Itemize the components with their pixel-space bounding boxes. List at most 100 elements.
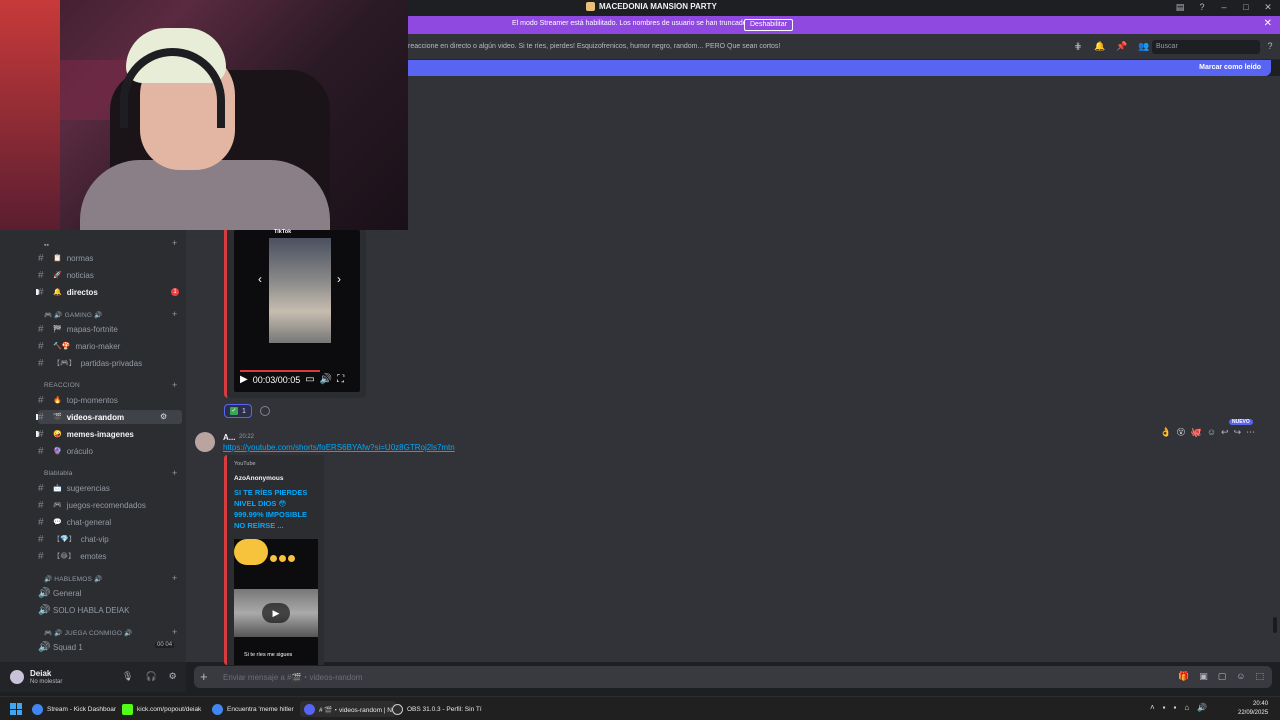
message-actions: 👌 😵 🐙 ☺ ↩ ↪ ⋯ — [1160, 424, 1255, 440]
add-reaction-icon[interactable]: ☺ — [1207, 427, 1216, 437]
category-reaccion[interactable]: REACCION — [44, 382, 80, 389]
sidebar-item-partidas-privadas[interactable]: # 【🎮】 partidas-privadas — [38, 356, 142, 370]
category-gaming[interactable]: 🎮 🔊 GAMING 🔊 — [44, 311, 102, 319]
pin-icon[interactable]: 📌 — [1116, 40, 1128, 52]
volume-icon[interactable]: 🔊 — [320, 374, 332, 385]
microphone-icon[interactable]: 🎙 — [122, 671, 133, 682]
help-icon[interactable]: ? — [1196, 1, 1208, 13]
voice-channel-solo-habla-deiak[interactable]: 🔊 SOLO HABLA DEIAK — [38, 603, 129, 617]
message-author[interactable]: A... — [223, 433, 235, 442]
sidebar-item-mapas-fortnite[interactable]: # 🏁 mapas-fortnite — [38, 322, 118, 336]
maximize-button[interactable]: □ — [1240, 1, 1252, 13]
add-channel-icon[interactable]: + — [172, 380, 177, 390]
voice-user-count: 00 04 — [155, 642, 175, 648]
channel-settings-icon[interactable]: ⚙ — [160, 412, 167, 421]
username[interactable]: Deiak — [30, 669, 51, 678]
add-channel-icon[interactable]: + — [172, 309, 177, 319]
taskbar-item-kick-popout[interactable]: kick.com/popout/deiak — [122, 701, 201, 717]
gift-icon[interactable]: 🎁 — [1178, 671, 1189, 682]
taskbar-item-obs[interactable]: OBS 31.0.3 - Perfil: Sin Tí — [392, 701, 482, 717]
category-blablabla[interactable]: Blablabla — [44, 470, 73, 477]
play-icon[interactable]: ▶ — [240, 374, 248, 385]
tiktok-video[interactable] — [269, 238, 331, 343]
system-clock[interactable]: 20:40 22/09/2025 — [1238, 700, 1268, 718]
sidebar-item-juegos-recomendados[interactable]: # 🎮 juegos-recomendados — [38, 498, 146, 512]
sticker-icon[interactable]: ▢ — [1218, 671, 1227, 682]
attach-plus-icon[interactable]: + — [200, 669, 208, 684]
chevron-right-icon[interactable]: › — [337, 272, 341, 286]
apps-icon[interactable]: ⬚ — [1255, 671, 1264, 682]
sidebar-item-oraculo[interactable]: # 🔮 oráculo — [38, 444, 93, 458]
sidebar-item-chat-vip[interactable]: # 【💎】 chat-vip — [38, 532, 109, 546]
forward-icon[interactable]: ↪ — [1234, 427, 1242, 438]
message-composer[interactable]: + Enviar mensaje a #🎬・videos-random 🎁 ▣ … — [194, 666, 1272, 688]
reaction-emoji-icon[interactable]: 😵 — [1176, 427, 1185, 438]
add-channel-icon[interactable]: + — [172, 573, 177, 583]
reply-icon[interactable]: ↩ — [1221, 427, 1229, 438]
reaction-check[interactable]: ✓ 1 — [224, 404, 252, 418]
sidebar-item-noticias[interactable]: # 🚀 noticias — [38, 268, 94, 282]
tray-app-icon[interactable]: ▪ — [1174, 703, 1177, 712]
notification-bell-icon[interactable]: 🔔 — [1094, 40, 1106, 52]
message-input[interactable]: Enviar mensaje a #🎬・videos-random — [223, 672, 362, 683]
reaction-emoji-icon[interactable]: 🐙 — [1191, 427, 1202, 438]
settings-gear-icon[interactable]: ⚙ — [169, 671, 177, 682]
search-input[interactable]: Buscar — [1152, 40, 1260, 54]
threads-icon[interactable]: ⋕ — [1072, 40, 1084, 52]
network-icon[interactable]: ⌂ — [1184, 703, 1189, 712]
sidebar-top-item[interactable]: ▪▪ — [44, 238, 49, 252]
play-button[interactable]: ▶ — [262, 603, 290, 623]
sidebar-item-emotes[interactable]: # 【😂】 emotes — [38, 549, 106, 563]
taskbar-item-browser[interactable]: Encuentra 'meme hitler — [212, 701, 294, 717]
sidebar-item-mario-maker[interactable]: # 🔨🍄 mario-maker — [38, 339, 120, 353]
message-author-avatar[interactable] — [195, 432, 215, 452]
windows-start-icon[interactable] — [10, 703, 22, 715]
chevron-up-icon[interactable]: ˄ — [1150, 703, 1155, 712]
close-banner-icon[interactable]: ✕ — [1264, 18, 1272, 29]
gif-icon[interactable]: ▣ — [1199, 671, 1208, 682]
minimize-button[interactable]: – — [1218, 1, 1230, 13]
sidebar-item-normas[interactable]: # 📋 normas — [38, 251, 93, 265]
category-hablemos[interactable]: 🔊 HABLEMOS 🔊 — [44, 575, 102, 583]
sidebar-item-top-momentos[interactable]: # 🔥 top-momentos — [38, 393, 118, 407]
reaction-emoji-icon[interactable]: 👌 — [1160, 427, 1171, 438]
add-reaction-icon[interactable] — [260, 406, 270, 416]
emoji-icon[interactable]: ☺ — [1236, 671, 1245, 682]
help-circle-icon[interactable]: ? — [1264, 40, 1276, 52]
captions-icon[interactable]: ▭ — [305, 374, 314, 385]
video-progress-bar[interactable] — [240, 370, 320, 372]
add-channel-icon[interactable]: + — [172, 627, 177, 637]
message-link[interactable]: https://youtube.com/shorts/foERS6BYAfw?s… — [223, 443, 455, 452]
checkmark-icon: ✓ — [230, 407, 238, 415]
add-channel-icon[interactable]: + — [172, 238, 177, 248]
sidebar-item-memes-imagenes[interactable]: # 🤪 memes-imagenes — [38, 427, 134, 441]
headphones-icon[interactable]: 🎧 — [145, 671, 156, 682]
inbox-icon[interactable]: ▤ — [1174, 1, 1186, 13]
chevron-left-icon[interactable]: ‹ — [258, 272, 262, 286]
sidebar-item-chat-general[interactable]: # 💬 chat-general — [38, 515, 111, 529]
volume-icon[interactable]: 🔊 — [1197, 703, 1207, 712]
taskbar-item-discord[interactable]: # 🎬・videos-random | N — [300, 701, 397, 717]
channel-topic[interactable]: reaccione en directo o algún video. Si t… — [408, 43, 780, 50]
close-window-button[interactable]: ✕ — [1262, 1, 1274, 13]
fullscreen-icon[interactable]: ⛶ — [337, 374, 344, 385]
embed-author[interactable]: AzoAnonymous — [234, 475, 283, 482]
server-icon — [586, 2, 595, 11]
tiktok-video-frame[interactable]: TikTok ‹ › ▶ 00:03/00:05 ▭ 🔊 ⛶ — [234, 229, 360, 392]
embed-thumbnail[interactable]: ▶ Si te ríes me sigues — [234, 539, 318, 665]
mark-as-read-button[interactable]: Marcar como leído — [1199, 64, 1261, 71]
voice-channel-squad-1[interactable]: 🔊 Squad 1 — [38, 640, 83, 654]
member-list-icon[interactable]: 👥 — [1138, 40, 1150, 52]
sidebar-item-directos[interactable]: # 🔔 directos — [38, 285, 98, 299]
sidebar-item-sugerencias[interactable]: # 📩 sugerencias — [38, 481, 110, 495]
user-avatar[interactable] — [10, 670, 24, 684]
category-juega-conmigo[interactable]: 🎮 🔊 JUEGA CONMIGO 🔊 — [44, 629, 132, 637]
taskbar-item-kick-dashboard[interactable]: Stream - Kick Dashboar — [32, 701, 116, 717]
tray-app-icon[interactable]: ▪ — [1163, 703, 1166, 712]
embed-title[interactable]: SI TE RÍES PIERDES NIVEL DIOS 😳 999.99% … — [234, 487, 318, 531]
chat-scrollbar[interactable] — [1273, 617, 1277, 633]
voice-channel-general[interactable]: 🔊 General — [38, 586, 81, 600]
disable-streamer-button[interactable]: Deshabilitar — [744, 19, 793, 31]
add-channel-icon[interactable]: + — [172, 468, 177, 478]
more-options-icon[interactable]: ⋯ — [1246, 427, 1255, 438]
